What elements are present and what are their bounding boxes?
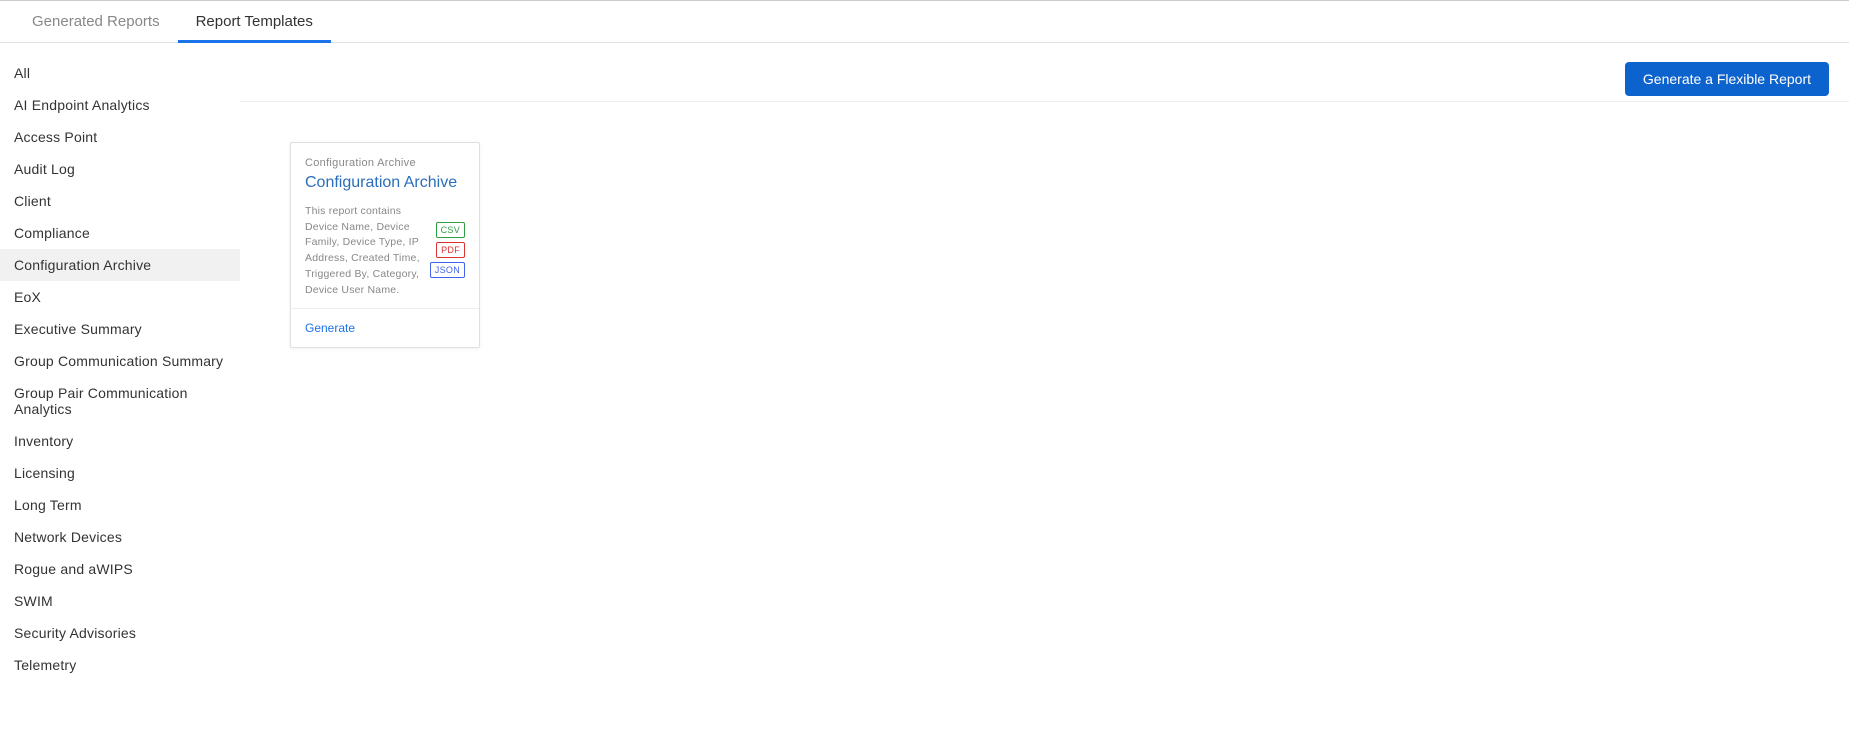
sidebar: All AI Endpoint Analytics Access Point A… xyxy=(0,43,240,681)
sidebar-item-licensing[interactable]: Licensing xyxy=(0,457,240,489)
format-badges: CSV PDF JSON xyxy=(430,204,465,278)
sidebar-item-group-pair-communication-analytics[interactable]: Group Pair Communication Analytics xyxy=(0,377,240,425)
generate-flexible-report-button[interactable]: Generate a Flexible Report xyxy=(1625,62,1829,96)
sidebar-item-ai-endpoint-analytics[interactable]: AI Endpoint Analytics xyxy=(0,89,240,121)
sidebar-item-access-point[interactable]: Access Point xyxy=(0,121,240,153)
card-category: Configuration Archive xyxy=(305,157,465,169)
badge-pdf: PDF xyxy=(436,242,465,258)
sidebar-item-client[interactable]: Client xyxy=(0,185,240,217)
badge-json: JSON xyxy=(430,262,465,278)
generate-link[interactable]: Generate xyxy=(305,321,355,335)
sidebar-item-swim[interactable]: SWIM xyxy=(0,585,240,617)
sidebar-item-network-devices[interactable]: Network Devices xyxy=(0,521,240,553)
sidebar-item-eox[interactable]: EoX xyxy=(0,281,240,313)
tab-report-templates[interactable]: Report Templates xyxy=(178,1,331,43)
badge-csv: CSV xyxy=(436,222,465,238)
sidebar-item-compliance[interactable]: Compliance xyxy=(0,217,240,249)
sidebar-item-long-term[interactable]: Long Term xyxy=(0,489,240,521)
tabs-bar: Generated Reports Report Templates xyxy=(0,1,1849,43)
card-description: This report contains Device Name, Device… xyxy=(305,204,422,299)
sidebar-item-executive-summary[interactable]: Executive Summary xyxy=(0,313,240,345)
sidebar-item-all[interactable]: All xyxy=(0,57,240,89)
sidebar-item-configuration-archive[interactable]: Configuration Archive xyxy=(0,249,240,281)
sidebar-item-inventory[interactable]: Inventory xyxy=(0,425,240,457)
sidebar-item-rogue-and-awips[interactable]: Rogue and aWIPS xyxy=(0,553,240,585)
sidebar-item-group-communication-summary[interactable]: Group Communication Summary xyxy=(0,345,240,377)
sidebar-item-audit-log[interactable]: Audit Log xyxy=(0,153,240,185)
sidebar-item-telemetry[interactable]: Telemetry xyxy=(0,649,240,681)
main-panel: Generate a Flexible Report Configuration… xyxy=(240,43,1849,681)
tab-generated-reports[interactable]: Generated Reports xyxy=(14,1,178,43)
template-card-configuration-archive: Configuration Archive Configuration Arch… xyxy=(290,142,480,348)
sidebar-item-security-advisories[interactable]: Security Advisories xyxy=(0,617,240,649)
template-cards-area: Configuration Archive Configuration Arch… xyxy=(240,102,1849,388)
card-title[interactable]: Configuration Archive xyxy=(305,173,465,194)
